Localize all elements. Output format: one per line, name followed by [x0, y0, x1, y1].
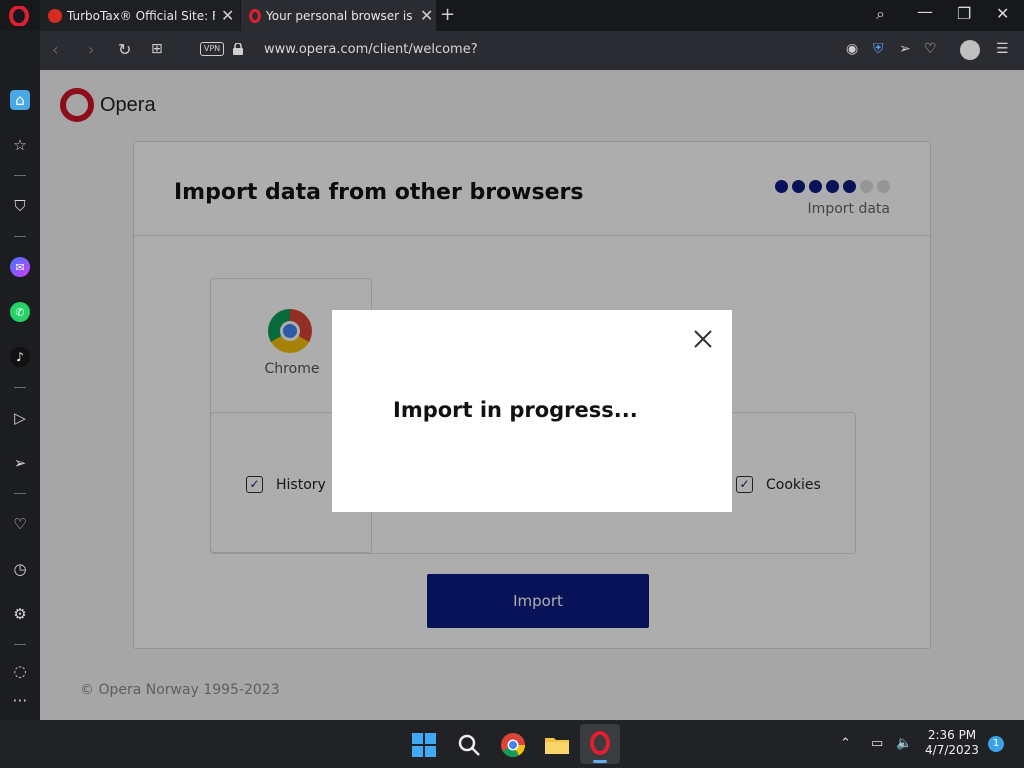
clock-time: 2:36 PM	[927, 728, 977, 742]
url-field[interactable]: www.opera.com/client/welcome?	[264, 42, 478, 57]
forward-icon[interactable]: ›	[88, 40, 94, 59]
tab-title: Your personal browser is al	[266, 8, 414, 23]
tab-close-icon[interactable]: ✕	[420, 6, 433, 25]
whatsapp-icon[interactable]: ✆	[10, 302, 30, 322]
tab-opera-welcome[interactable]: Your personal browser is al ✕	[241, 0, 436, 31]
opera-taskbar-button[interactable]	[580, 724, 620, 764]
lock-icon[interactable]	[233, 43, 243, 55]
taskbar: ⌃ ▭ 🔈 2:36 PM 4/7/2023	[0, 720, 1024, 768]
sidebar-divider	[14, 175, 26, 176]
minimize-icon[interactable]: —	[917, 2, 933, 21]
restore-icon[interactable]: ❐	[957, 4, 971, 23]
sidebar-divider	[14, 387, 26, 388]
sidebar-divider	[14, 493, 26, 494]
windows-start-icon[interactable]	[411, 732, 437, 758]
progress-message: Import in progress...	[393, 398, 638, 422]
shopping-bag-icon[interactable]: ⛉	[10, 196, 30, 216]
import-progress-dialog: Import in progress...	[332, 310, 732, 512]
tab-turbotax[interactable]: TurboTax® Official Site: File ✕	[40, 0, 240, 31]
player-icon[interactable]: ▷	[10, 408, 30, 428]
speed-dial-icon[interactable]: ☆	[10, 135, 30, 155]
history-clock-icon[interactable]: ◷	[10, 559, 30, 579]
profile-avatar-icon[interactable]	[960, 40, 980, 60]
tiktok-icon[interactable]: ♪	[10, 347, 30, 367]
tab-snapshot-icon[interactable]: ⊞	[151, 41, 163, 57]
opera-taskbar-icon	[590, 731, 610, 755]
clock-date: 4/7/2023	[925, 743, 979, 757]
messenger-icon[interactable]: ✉	[10, 257, 30, 277]
reload-icon[interactable]: ↻	[118, 40, 131, 59]
file-explorer-icon[interactable]	[544, 732, 570, 758]
close-window-icon[interactable]: ✕	[996, 4, 1009, 23]
easy-setup-icon[interactable]: ☰	[996, 41, 1009, 57]
sidebar: ⌂ ☆ ⛉ ✉ ✆ ♪ ▷ ➢ ♡ ◷ ⚙ ◌ ⋯	[0, 31, 40, 720]
search-tabs-icon[interactable]: ⌕	[876, 4, 885, 24]
tab-title: TurboTax® Official Site: File	[67, 8, 215, 23]
show-hidden-icons-chevron-icon[interactable]: ⌃	[840, 736, 851, 751]
search-icon[interactable]	[456, 732, 482, 758]
tab-close-icon[interactable]: ✕	[221, 6, 234, 25]
bookmarks-heart-icon[interactable]: ♡	[10, 514, 30, 534]
address-bar: ‹ › ↻ ⊞ VPN www.opera.com/client/welcome…	[40, 31, 1024, 70]
sidebar-divider	[14, 236, 26, 237]
camera-icon[interactable]: ◉	[846, 41, 858, 57]
volume-icon[interactable]: 🔈	[896, 736, 912, 751]
more-options-icon[interactable]: ⋯	[10, 690, 30, 710]
close-icon[interactable]	[692, 328, 714, 350]
active-indicator	[593, 760, 607, 763]
home-icon[interactable]: ⌂	[10, 90, 30, 110]
system-clock[interactable]: 2:36 PM 4/7/2023	[920, 728, 984, 758]
settings-gear-icon[interactable]: ⚙	[10, 604, 30, 624]
sidebar-divider	[14, 644, 26, 645]
vpn-badge[interactable]: VPN	[200, 42, 224, 56]
shield-icon[interactable]: ⛨	[873, 41, 884, 57]
turbotax-favicon-icon	[48, 8, 62, 23]
pinboard-icon[interactable]: ◌	[10, 661, 30, 681]
new-tab-button[interactable]: +	[440, 4, 455, 25]
heart-icon[interactable]: ♡	[924, 41, 937, 57]
network-icon[interactable]: ▭	[871, 736, 883, 751]
chrome-taskbar-icon[interactable]	[500, 732, 526, 758]
notification-badge[interactable]: 1	[988, 736, 1004, 752]
tab-bar: TurboTax® Official Site: File ✕ Your per…	[0, 0, 1024, 31]
send-icon[interactable]: ➢	[899, 41, 911, 57]
back-icon[interactable]: ‹	[52, 40, 58, 59]
flow-send-icon[interactable]: ➢	[10, 453, 30, 473]
opera-menu-icon[interactable]	[8, 6, 30, 26]
opera-favicon-icon	[249, 8, 261, 23]
